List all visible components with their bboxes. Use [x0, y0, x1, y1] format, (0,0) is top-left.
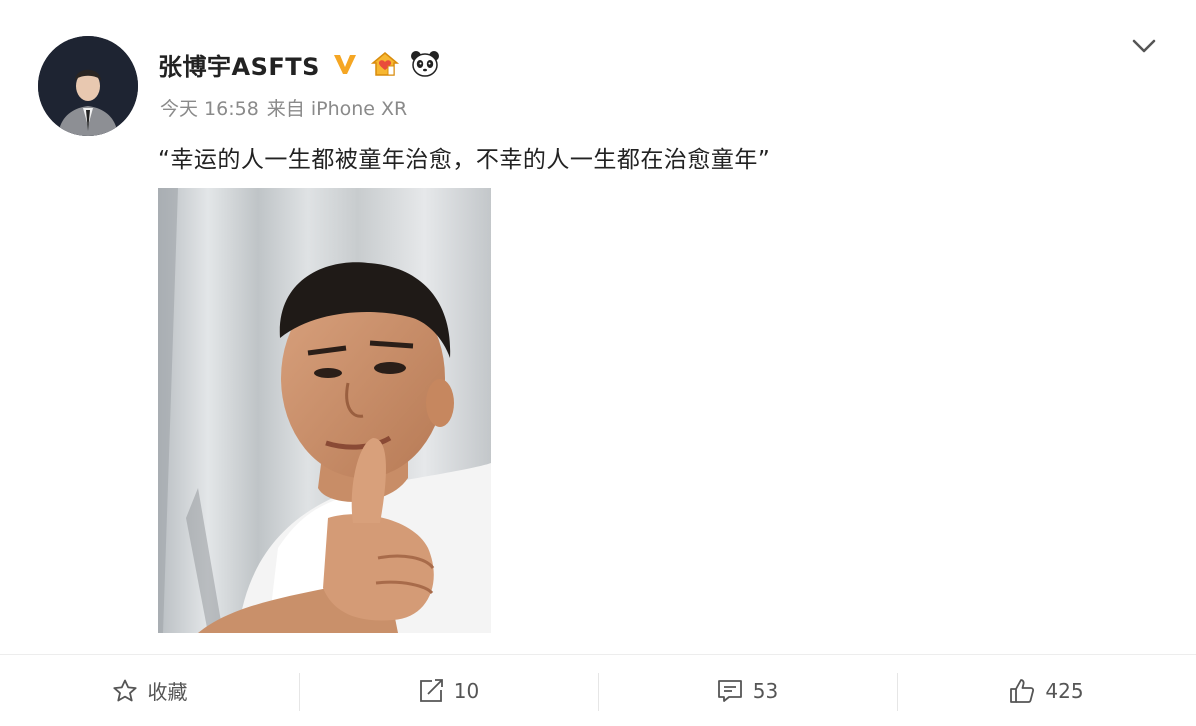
like-count: 425: [1045, 678, 1084, 703]
star-icon: [112, 678, 138, 704]
verified-v-icon: [330, 49, 360, 79]
repost-button[interactable]: 10: [299, 655, 598, 726]
username[interactable]: 张博宇ASFTS: [158, 47, 320, 82]
comment-button[interactable]: 53: [598, 655, 897, 726]
chevron-down-icon[interactable]: [1128, 30, 1160, 62]
comment-icon: [717, 678, 743, 704]
action-bar: 收藏 10 53 425: [0, 655, 1196, 726]
weibo-post-card: 张博宇ASFTS 今天 16:58 来自 iPhone XR “幸运的人一生都被…: [0, 0, 1196, 726]
like-button[interactable]: 425: [897, 655, 1196, 726]
favorite-label: 收藏: [147, 680, 188, 704]
post-text: “幸运的人一生都被童年治愈，不幸的人一生都在治愈童年”: [158, 147, 771, 173]
name-row: 张博宇ASFTS: [158, 44, 440, 84]
repost-icon: [418, 678, 444, 704]
post-meta: 今天 16:58 来自 iPhone XR: [160, 94, 407, 121]
thumbs-up-icon: [1009, 678, 1035, 704]
post-timestamp[interactable]: 今天 16:58: [160, 94, 259, 121]
repost-count: 10: [453, 678, 480, 703]
panda-icon: [410, 49, 440, 79]
favorite-button[interactable]: 收藏: [0, 655, 299, 726]
avatar[interactable]: [38, 36, 138, 136]
home-badge-icon: [370, 49, 400, 79]
post-image[interactable]: [158, 188, 491, 633]
post-source[interactable]: 来自 iPhone XR: [267, 94, 407, 121]
comment-count: 53: [752, 678, 779, 703]
